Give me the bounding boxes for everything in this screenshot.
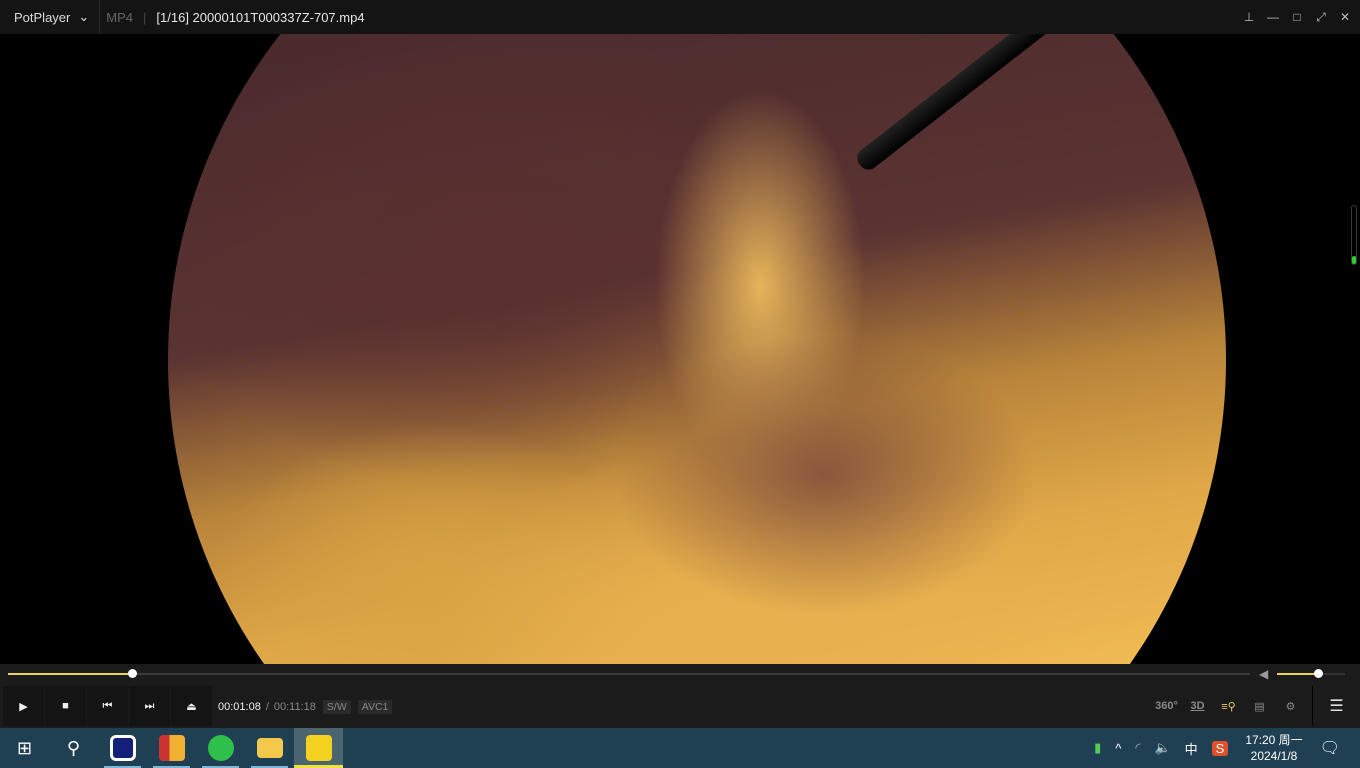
seek-handle[interactable]	[128, 669, 138, 678]
taskbar-potplayer[interactable]	[294, 728, 343, 768]
renderer-badge[interactable]: S/W	[322, 700, 351, 714]
notification-icon[interactable]: 🗨	[1320, 738, 1340, 758]
divider: |	[143, 9, 147, 25]
next-button[interactable]: ⏭	[129, 686, 170, 726]
volume-handle[interactable]	[1313, 669, 1323, 678]
clock[interactable]: 17:20 周一 2024/1/8	[1245, 732, 1302, 764]
volume-slider[interactable]	[1277, 669, 1345, 678]
eject-button[interactable]: ⏏	[171, 686, 212, 726]
ime-indicator[interactable]: 中	[1185, 739, 1198, 758]
duration: 00:11:18	[273, 701, 316, 713]
play-button[interactable]: ▶	[3, 686, 44, 726]
taskbar-wechat[interactable]	[196, 728, 245, 768]
title-bar: PotPlayer ⌄ MP4 | [1/16] 20000101T000337Z…	[0, 0, 1360, 34]
menu-button[interactable]: ☰	[1312, 686, 1360, 726]
clock-date: 2024/1/8	[1250, 749, 1298, 763]
maximize-button[interactable]: □	[1290, 10, 1304, 24]
wechat-icon	[207, 735, 234, 761]
chevron-down-icon: ⌄	[78, 9, 90, 24]
eject-icon: ⏏	[186, 700, 197, 713]
usb-icon[interactable]: ▮	[1094, 740, 1101, 756]
potplayer-icon	[305, 735, 332, 761]
chapter-icon[interactable]: ▤	[1244, 700, 1275, 713]
volume-level	[1277, 673, 1318, 675]
format-label: MP4	[106, 9, 134, 25]
seek-progress	[8, 673, 133, 675]
time-separator: /	[265, 701, 269, 713]
codec-badge[interactable]: AVC1	[357, 700, 393, 714]
taskbar-app-1[interactable]	[98, 728, 147, 768]
side-indicator[interactable]	[1351, 205, 1357, 265]
play-icon: ▶	[19, 700, 28, 713]
speaker-icon[interactable]: ◀	[1259, 667, 1268, 681]
taskbar: ⊞ ⚲ ▮ ^ ◜ 🔈 中 S 17:20 周一 2024/1/8 🗨	[0, 728, 1360, 768]
folder-icon	[256, 738, 283, 758]
vr-360-button[interactable]: 360°	[1151, 700, 1182, 712]
control-bar: ◀ ▶ ■ ⏮ ⏭ ⏏ 00:01:08 / 00:11:18 S/W AVC1…	[0, 664, 1360, 728]
current-time: 00:01:08	[218, 701, 261, 713]
gear-icon[interactable]: ⚙	[1275, 700, 1306, 713]
taskbar-file-explorer[interactable]	[245, 728, 294, 768]
taskbar-app-2[interactable]	[147, 728, 196, 768]
start-button[interactable]: ⊞	[0, 728, 49, 768]
video-frame	[168, 34, 1226, 664]
hamburger-icon: ☰	[1329, 698, 1344, 715]
app-name: PotPlayer	[14, 9, 71, 25]
stop-button[interactable]: ■	[45, 686, 86, 726]
file-title: [1/16] 20000101T000337Z-707.mp4	[156, 9, 365, 25]
next-icon: ⏭	[144, 699, 155, 712]
previous-button[interactable]: ⏮	[87, 686, 128, 726]
colorful-app-icon	[158, 735, 185, 761]
potplayer-menu-button[interactable]: PotPlayer ⌄	[0, 0, 101, 34]
clock-time: 17:20 周一	[1245, 733, 1303, 747]
windows-icon: ⊞	[16, 737, 33, 758]
video-area[interactable]	[0, 34, 1360, 664]
search-icon: ⚲	[66, 737, 81, 758]
search-button[interactable]: ⚲	[49, 728, 98, 768]
minimize-button[interactable]: —	[1266, 10, 1280, 24]
pin-icon[interactable]: ⊥	[1242, 10, 1256, 24]
close-button[interactable]: ✕	[1338, 10, 1352, 24]
3d-button[interactable]: 3D	[1182, 700, 1213, 712]
fullscreen-button[interactable]: ⤢	[1314, 10, 1328, 25]
sogou-icon[interactable]: S	[1211, 740, 1229, 756]
stop-icon: ■	[62, 700, 69, 712]
previous-icon: ⏮	[102, 699, 113, 712]
app-c-icon	[109, 735, 136, 761]
show-hidden-icons[interactable]: ^	[1115, 741, 1121, 756]
playlist-search-icon[interactable]: ≡⚲	[1213, 700, 1244, 713]
network-icon[interactable]: ◜	[1135, 740, 1140, 756]
volume-icon[interactable]: 🔈	[1154, 740, 1170, 756]
seek-bar[interactable]	[8, 669, 1250, 678]
